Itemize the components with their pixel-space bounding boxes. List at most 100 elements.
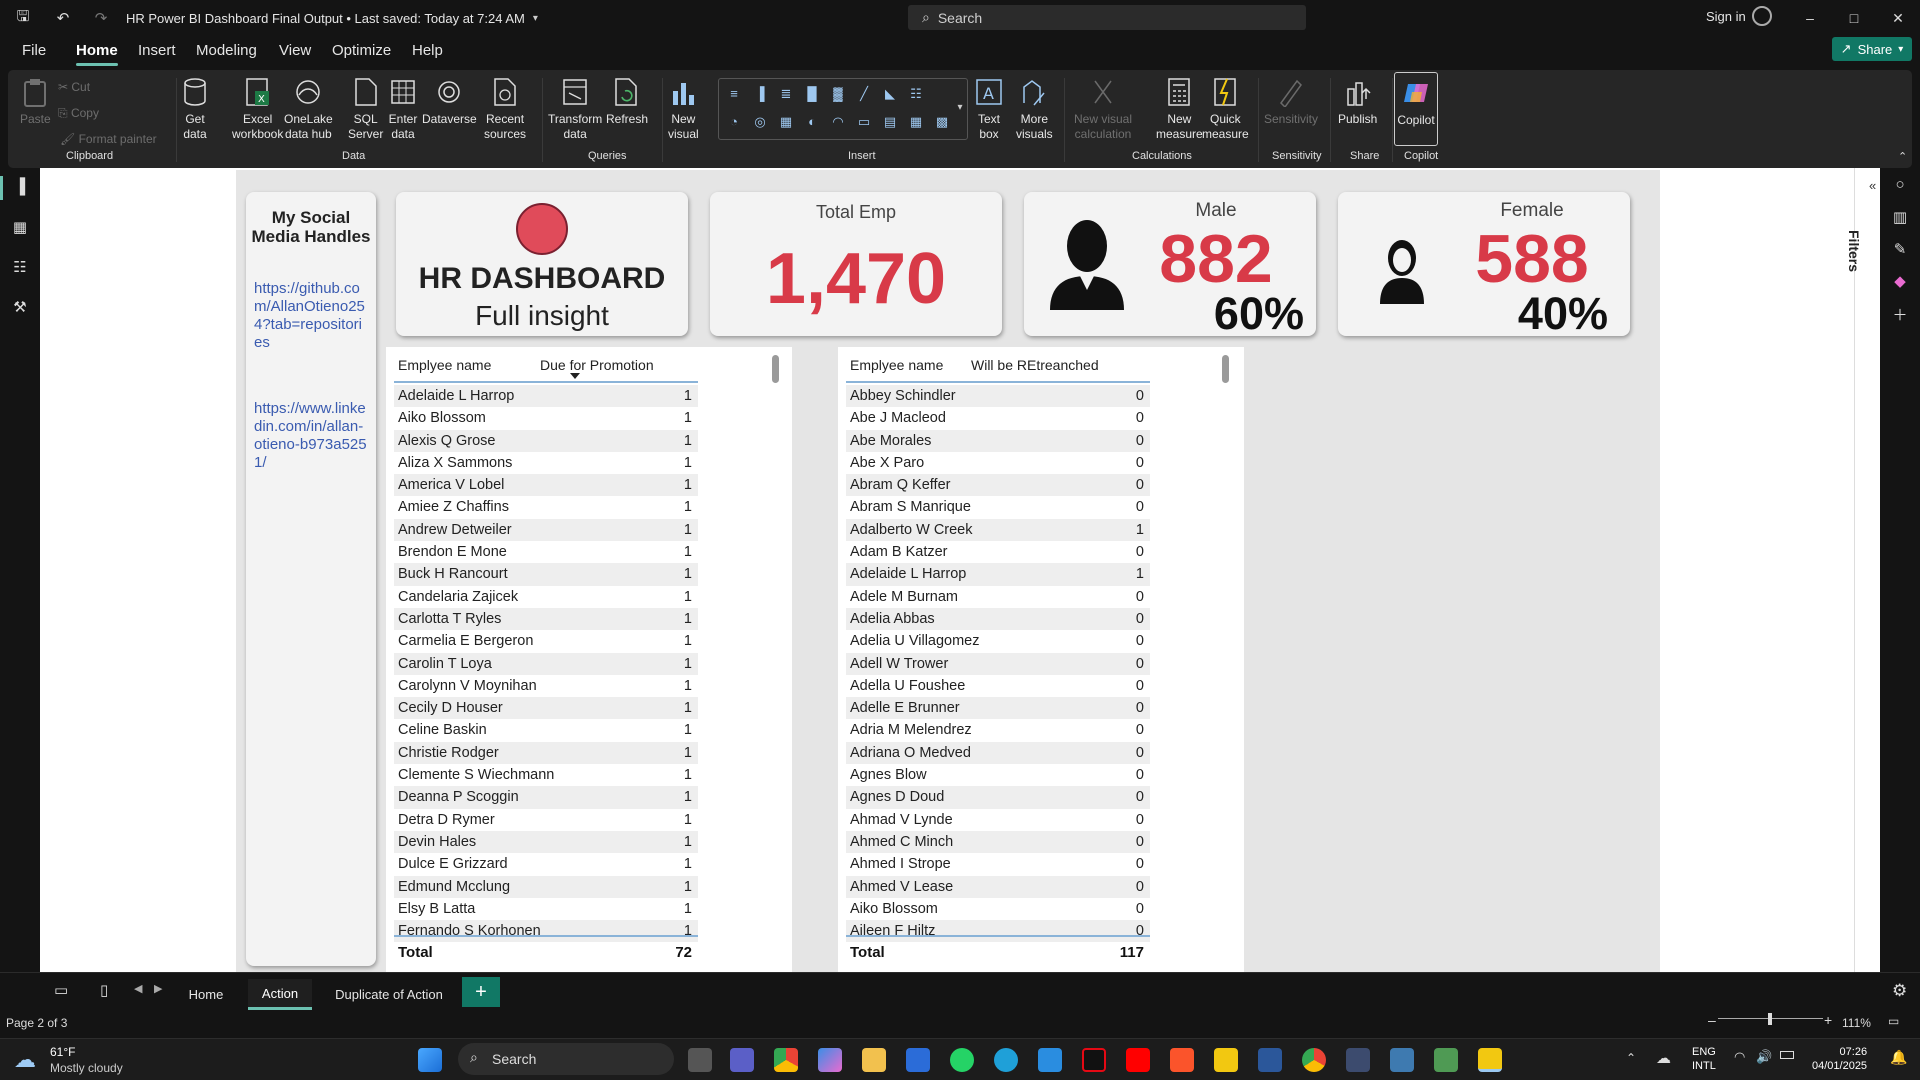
new-visual-calculation-button[interactable]: New visual calculation (1074, 76, 1132, 142)
menu-help[interactable]: Help (412, 42, 443, 59)
table-row[interactable]: Ahmed C Minch 0 (846, 830, 1150, 854)
enter-data-button[interactable]: Enter data (388, 76, 418, 142)
table-row[interactable]: Andrew Detweiler 1 (394, 518, 698, 542)
table-row[interactable]: Abram S Manrique 0 (846, 496, 1150, 518)
pie-chart-icon[interactable]: ◔ (725, 113, 743, 131)
show-hidden-icons[interactable]: ⌃ (1626, 1051, 1636, 1065)
battery-icon[interactable] (1780, 1051, 1794, 1059)
dax-query-view-icon[interactable]: ⚒ (10, 298, 30, 318)
minimize-button[interactable]: – (1792, 6, 1828, 30)
expand-filters-icon[interactable]: « (1869, 178, 1876, 193)
table-row[interactable]: Adele M Burnam 0 (846, 586, 1150, 608)
table-row[interactable]: Carolin T Loya 1 (394, 652, 698, 675)
copilot-app-icon[interactable] (818, 1048, 842, 1072)
area-chart-icon[interactable]: ◣ (881, 85, 899, 103)
mobile-layout-icon[interactable]: ▯ (100, 981, 108, 999)
gallery-expand-icon[interactable]: ▾ (951, 99, 969, 117)
wifi-icon[interactable]: ◠ (1734, 1049, 1745, 1065)
cut-button[interactable]: ✂ Cut (58, 80, 90, 94)
format-pane-icon[interactable]: ✎ (1890, 240, 1910, 260)
table-row[interactable]: Buck H Rancourt 1 (394, 563, 698, 586)
table-row[interactable]: Carolynn V Moynihan 1 (394, 675, 698, 697)
new-visual-button[interactable]: New visual (668, 76, 699, 142)
matrix-icon[interactable]: ▩ (933, 113, 951, 131)
sort-descending-icon[interactable] (570, 373, 580, 379)
table-row[interactable]: Celine Baskin 1 (394, 719, 698, 741)
page-tab-action[interactable]: Action (248, 979, 312, 1010)
table-row[interactable]: Agnes D Doud 0 (846, 786, 1150, 809)
save-icon[interactable]: 🖫 (12, 7, 34, 29)
brave-icon[interactable] (1170, 1048, 1194, 1072)
search-input[interactable]: ⌕ Search (908, 5, 1306, 30)
table-view-icon[interactable]: ▦ (10, 218, 30, 238)
redo-icon[interactable]: ↷ (90, 7, 112, 29)
collapse-ribbon-icon[interactable]: ⌃ (1898, 150, 1907, 163)
get-data-button[interactable]: Get data (180, 76, 210, 142)
sign-in-link[interactable]: Sign in (1706, 9, 1746, 24)
copilot-button[interactable]: Copilot (1394, 72, 1438, 146)
share-button[interactable]: ↗ Share ▾ (1832, 37, 1912, 61)
zoom-slider-thumb[interactable] (1768, 1013, 1772, 1025)
weather-cloud-icon[interactable]: ☁ (14, 1047, 36, 1073)
table-row[interactable]: Adriana O Medved 0 (846, 741, 1150, 765)
zoom-level[interactable]: 111% (1842, 1016, 1871, 1030)
retrenchment-table[interactable]: Emplyee name Will be REtreanched Abbey S… (838, 347, 1244, 972)
task-view-icon[interactable] (688, 1048, 712, 1072)
table-row[interactable]: Cecily D Houser 1 (394, 697, 698, 720)
gauge-icon[interactable]: ◠ (829, 113, 847, 131)
table-row[interactable]: Aiko Blossom 1 (394, 407, 698, 429)
chevron-down-icon[interactable]: ▾ (533, 13, 538, 24)
maximize-button[interactable]: □ (1836, 6, 1872, 30)
add-page-button[interactable]: + (462, 977, 500, 1007)
table-row[interactable]: Edmund Mcclung 1 (394, 875, 698, 898)
paste-button[interactable]: Paste (20, 76, 51, 127)
visualizations-pane-icon[interactable]: ▥ (1890, 208, 1910, 228)
table-row[interactable]: Abbey Schindler 0 (846, 385, 1150, 408)
quick-measure-button[interactable]: Quick measure (1202, 76, 1249, 142)
line-chart-icon[interactable]: ╱ (855, 85, 873, 103)
add-pane-icon[interactable]: ＋ (1890, 304, 1910, 324)
onedrive-icon[interactable]: ☁ (1656, 1049, 1671, 1067)
column-header-due-for-promotion[interactable]: Due for Promotion (540, 357, 654, 373)
table-row[interactable]: Brendon E Mone 1 (394, 541, 698, 563)
card-icon[interactable]: ▭ (855, 113, 873, 131)
stacked-column-icon[interactable]: ▐ (751, 85, 769, 103)
teams-icon[interactable] (730, 1048, 754, 1072)
table-row[interactable]: Christie Rodger 1 (394, 741, 698, 765)
table-row[interactable]: Abe Morales 0 (846, 429, 1150, 452)
tableau-icon[interactable] (1346, 1048, 1370, 1072)
table-row[interactable]: Dulce E Grizzard 1 (394, 853, 698, 875)
more-visuals-button[interactable]: More visuals (1016, 76, 1053, 142)
table-row[interactable]: Adria M Melendrez 0 (846, 719, 1150, 741)
table-row[interactable]: Carlotta T Ryles 1 (394, 607, 698, 631)
table-row[interactable]: Adalberto W Creek 1 (846, 518, 1150, 542)
waterfall-icon[interactable]: ☷ (907, 85, 925, 103)
next-page-icon[interactable]: ▶ (154, 982, 162, 995)
chrome-icon[interactable] (774, 1048, 798, 1072)
kpi-icon[interactable]: ▤ (881, 113, 899, 131)
user-icon[interactable] (1752, 6, 1772, 26)
chrome-profile-icon[interactable] (1302, 1048, 1326, 1072)
power-bi-active-icon[interactable] (1478, 1048, 1502, 1072)
linkedin-link[interactable]: https://www.linkedin.com/in/allan-otieno… (254, 400, 370, 472)
format-painter-button[interactable]: 🖌 Format painter (60, 132, 157, 146)
table-row[interactable]: Adelle E Brunner 0 (846, 697, 1150, 720)
sensitivity-button[interactable]: Sensitivity (1264, 76, 1318, 127)
table-row[interactable]: Abram Q Keffer 0 (846, 474, 1150, 497)
copy-button[interactable]: ⎘ Copy (58, 106, 99, 121)
github-link[interactable]: https://github.com/AllanOtieno254?tab=re… (254, 280, 370, 352)
document-title[interactable]: HR Power BI Dashboard Final Output • Las… (126, 11, 525, 26)
donut-chart-icon[interactable]: ◎ (751, 113, 769, 131)
table-row[interactable]: Abe J Macleod 0 (846, 407, 1150, 429)
refresh-button[interactable]: Refresh (606, 76, 648, 127)
vscode-icon[interactable] (1038, 1048, 1062, 1072)
table-row[interactable]: Ahmed V Lease 0 (846, 875, 1150, 898)
table-row[interactable]: Ahmad V Lynde 0 (846, 809, 1150, 831)
close-button[interactable]: ✕ (1880, 6, 1916, 30)
windows-start-icon[interactable] (418, 1048, 442, 1072)
table-row[interactable]: Adell W Trower 0 (846, 652, 1150, 675)
weather-temperature[interactable]: 61°F (50, 1045, 75, 1059)
store-icon[interactable] (906, 1048, 930, 1072)
snipping-tool-icon[interactable] (1390, 1048, 1414, 1072)
menu-home[interactable]: Home (76, 42, 118, 66)
